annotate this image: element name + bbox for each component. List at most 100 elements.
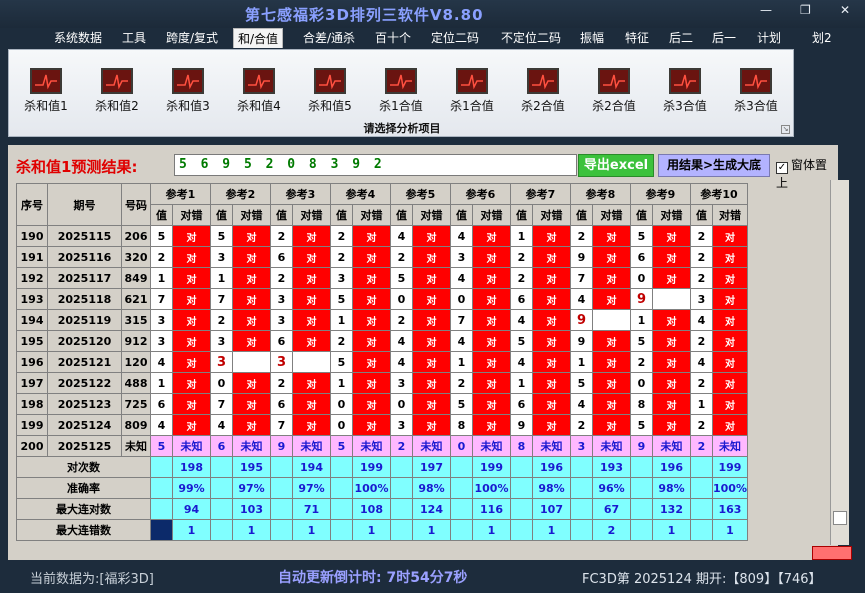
menu-digits[interactable]: 百十个 <box>371 28 415 48</box>
value-cell: 3 <box>150 309 173 331</box>
scroll-thumb[interactable] <box>833 511 847 525</box>
close-icon[interactable]: ✕ <box>840 3 850 17</box>
menu-last-two[interactable]: 后二 <box>665 28 697 48</box>
table-row[interactable]: 192 2025117 849 1 对 1 对 2 对 3 对 5 对 4 对 2 对 7 对 0 对 2 对 <box>16 267 748 289</box>
kill-3-combo-b-button[interactable]: 杀3合值 <box>723 68 789 114</box>
value-cell: 6 <box>150 393 173 415</box>
period-cell: 2025120 <box>47 330 122 352</box>
menu-unpos-two[interactable]: 不定位二码 <box>497 28 565 48</box>
current-data-status: 当前数据为:[福彩3D] <box>30 572 154 587</box>
result-cell <box>292 351 331 373</box>
code-cell: 206 <box>121 225 151 247</box>
result-cell: 对 <box>232 372 271 394</box>
menu-system-data[interactable]: 系统数据 <box>50 28 106 48</box>
menu-span[interactable]: 跨度/复式 <box>162 28 222 48</box>
stats-spacer <box>570 519 593 541</box>
table-row[interactable]: 199 2025124 809 4 对 4 对 7 对 0 对 3 对 8 对 9 对 2 对 5 对 2 对 <box>16 414 748 436</box>
kill-sum3-button[interactable]: 杀和值3 <box>155 68 221 114</box>
seq-cell: 197 <box>16 372 48 394</box>
result-cell: 对 <box>412 330 451 352</box>
result-cell: 对 <box>292 372 331 394</box>
table-row[interactable]: 195 2025120 912 3 对 3 对 6 对 2 对 4 对 4 对 5 对 9 对 5 对 2 对 <box>16 330 748 352</box>
stats-value: 100% <box>352 477 391 499</box>
result-cell: 对 <box>232 393 271 415</box>
menu-feature[interactable]: 特征 <box>621 28 653 48</box>
stats-spacer <box>630 498 653 520</box>
predict-result-field[interactable]: 5 6 9 5 2 0 8 3 9 2 <box>174 154 577 176</box>
header-seq: 序号 <box>16 183 48 226</box>
result-cell: 对 <box>472 372 511 394</box>
generate-base-button[interactable]: 用结果>生成大底 <box>658 154 770 177</box>
expand-icon[interactable]: ↘ <box>781 125 790 134</box>
result-cell: 对 <box>172 414 211 436</box>
stats-spacer <box>450 456 473 478</box>
result-cell: 对 <box>172 372 211 394</box>
value-cell: 3 <box>270 288 293 310</box>
result-cell: 对 <box>592 414 631 436</box>
value-cell: 6 <box>630 246 653 268</box>
app-title: 第七感福彩3D排列三软件V8.80 <box>245 6 484 24</box>
header-ref-9: 参考9 <box>630 183 691 205</box>
value-cell: 7 <box>210 393 233 415</box>
stats-spacer <box>270 456 293 478</box>
kill-1-combo-a-button[interactable]: 杀1合值 <box>368 68 434 114</box>
result-cell: 对 <box>532 267 571 289</box>
table-row[interactable]: 197 2025122 488 1 对 0 对 2 对 1 对 3 对 2 对 1 对 5 对 0 对 2 对 <box>16 372 748 394</box>
chart-icon <box>172 68 204 94</box>
stats-value: 1 <box>532 519 571 541</box>
export-excel-button[interactable]: 导出excel <box>578 154 654 177</box>
table-row[interactable]: 196 2025121 120 4 对 3 3 5 对 4 对 1 对 4 对 1 对 2 对 4 对 <box>16 351 748 373</box>
table-row[interactable]: 193 2025118 621 7 对 7 对 3 对 5 对 0 对 0 对 6 对 4 对 9 3 对 <box>16 288 748 310</box>
result-cell: 对 <box>352 309 391 331</box>
table-row[interactable]: 190 2025115 206 5 对 5 对 2 对 2 对 4 对 4 对 1 对 2 对 5 对 2 对 <box>16 225 748 247</box>
menu-last-one[interactable]: 后一 <box>708 28 740 48</box>
stats-row: 最大连错数 1 1 1 1 1 1 1 2 1 1 <box>16 519 748 541</box>
menu-plan-2[interactable]: 划2 <box>808 28 836 48</box>
maximize-icon[interactable]: ❐ <box>800 3 811 17</box>
table-row[interactable]: 198 2025123 725 6 对 7 对 6 对 0 对 0 对 5 对 6 对 4 对 8 对 1 对 <box>16 393 748 415</box>
result-cell: 对 <box>172 393 211 415</box>
kill-2-combo-b-button[interactable]: 杀2合值 <box>581 68 647 114</box>
header-value: 值 <box>570 204 593 226</box>
menu-diff[interactable]: 合差/通杀 <box>299 28 359 48</box>
kill-sum2-button[interactable]: 杀和值2 <box>84 68 150 114</box>
stats-spacer <box>330 498 353 520</box>
table-row[interactable]: 191 2025116 320 2 对 3 对 6 对 2 对 2 对 3 对 2 对 9 对 6 对 2 对 <box>16 246 748 268</box>
minimize-icon[interactable]: — <box>760 3 772 17</box>
header-value: 值 <box>330 204 353 226</box>
value-cell: 9 <box>270 435 293 457</box>
kill-1-combo-b-button[interactable]: 杀1合值 <box>439 68 505 114</box>
stats-value: 1 <box>352 519 391 541</box>
code-cell: 849 <box>121 267 151 289</box>
kill-sum5-button[interactable]: 杀和值5 <box>297 68 363 114</box>
value-cell: 1 <box>630 309 653 331</box>
kill-3-combo-a-button[interactable]: 杀3合值 <box>652 68 718 114</box>
header-value: 值 <box>690 204 713 226</box>
table-row[interactable]: 194 2025119 315 3 对 2 对 3 对 1 对 2 对 7 对 4 对 9 1 对 4 对 <box>16 309 748 331</box>
stats-spacer <box>690 477 713 499</box>
kill-2-combo-a-button[interactable]: 杀2合值 <box>510 68 576 114</box>
menu-sum-value[interactable]: 和/合值 <box>233 28 284 48</box>
menu-amplitude[interactable]: 振幅 <box>576 28 608 48</box>
menu-plan[interactable]: 计划 <box>753 28 785 48</box>
kill-sum4-button[interactable]: 杀和值4 <box>226 68 292 114</box>
value-cell: 4 <box>450 225 473 247</box>
seq-cell: 200 <box>16 435 48 457</box>
result-cell: 对 <box>472 414 511 436</box>
stats-label: 最大连错数 <box>16 519 151 541</box>
value-cell: 4 <box>390 225 413 247</box>
result-cell: 对 <box>292 414 331 436</box>
value-cell: 3 <box>270 309 293 331</box>
header-result: 对错 <box>652 204 691 226</box>
pending-row[interactable]: 200 2025125 未知 5 未知 6 未知 9 未知 5 未知 2 未知 0 未知 8 未知 3 未知 9 未知 2… <box>16 435 748 457</box>
stats-spacer <box>330 456 353 478</box>
kill-sum1-button[interactable]: 杀和值1 <box>13 68 79 114</box>
stats-value: 98% <box>532 477 571 499</box>
menu-tools[interactable]: 工具 <box>118 28 150 48</box>
value-cell: 4 <box>510 309 533 331</box>
topmost-checkbox[interactable]: ✓ 窗体置上 <box>776 156 838 191</box>
vertical-scrollbar[interactable] <box>830 180 849 545</box>
value-cell: 5 <box>330 288 353 310</box>
menu-pos-two[interactable]: 定位二码 <box>427 28 483 48</box>
result-cell: 对 <box>352 414 391 436</box>
